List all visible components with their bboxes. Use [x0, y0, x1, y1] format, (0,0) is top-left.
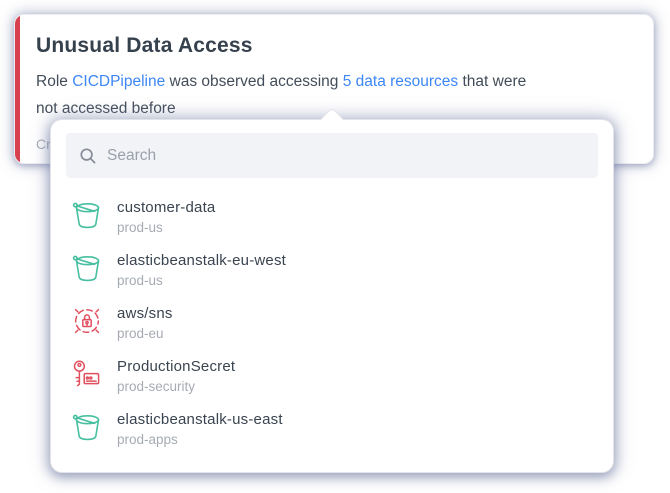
resource-name: elasticbeanstalk-us-east	[117, 411, 283, 430]
resource-list-item[interactable]: ProductionSecret prod-security	[71, 357, 593, 395]
resource-name: aws/sns	[117, 305, 173, 324]
search-box[interactable]	[66, 133, 598, 178]
resource-name: ProductionSecret	[117, 358, 235, 377]
resource-environment: prod-security	[117, 377, 235, 397]
key-icon	[71, 357, 103, 391]
resource-name: customer-data	[117, 199, 215, 218]
resource-list-item[interactable]: aws/sns prod-eu	[71, 304, 593, 342]
resources-popover: customer-data prod-us elasticbeanstalk-e…	[50, 119, 614, 473]
description-prefix: Role	[36, 73, 72, 90]
resource-list-item[interactable]: elasticbeanstalk-eu-west prod-us	[71, 251, 593, 289]
resource-environment: prod-eu	[117, 324, 173, 344]
description-middle: was observed accessing	[165, 73, 342, 90]
resource-list: customer-data prod-us elasticbeanstalk-e…	[71, 198, 593, 463]
bucket-icon	[71, 251, 103, 285]
resource-environment: prod-us	[117, 218, 215, 238]
resource-environment: prod-us	[117, 271, 286, 291]
alert-title: Unusual Data Access	[36, 34, 631, 58]
resource-name: elasticbeanstalk-eu-west	[117, 252, 286, 271]
search-icon	[79, 147, 97, 165]
bucket-icon	[71, 198, 103, 232]
bucket-icon	[71, 410, 103, 444]
resource-list-item[interactable]: customer-data prod-us	[71, 198, 593, 236]
search-input[interactable]	[107, 147, 585, 165]
role-link[interactable]: CICDPipeline	[72, 73, 165, 90]
lock-target-icon	[71, 304, 103, 338]
resource-list-item[interactable]: elasticbeanstalk-us-east prod-apps	[71, 410, 593, 448]
resources-count-link[interactable]: 5 data resources	[343, 73, 458, 90]
alert-description: Role CICDPipeline was observed accessing…	[36, 69, 552, 122]
page: Unusual Data Access Role CICDPipeline wa…	[0, 0, 670, 493]
resource-environment: prod-apps	[117, 430, 283, 450]
